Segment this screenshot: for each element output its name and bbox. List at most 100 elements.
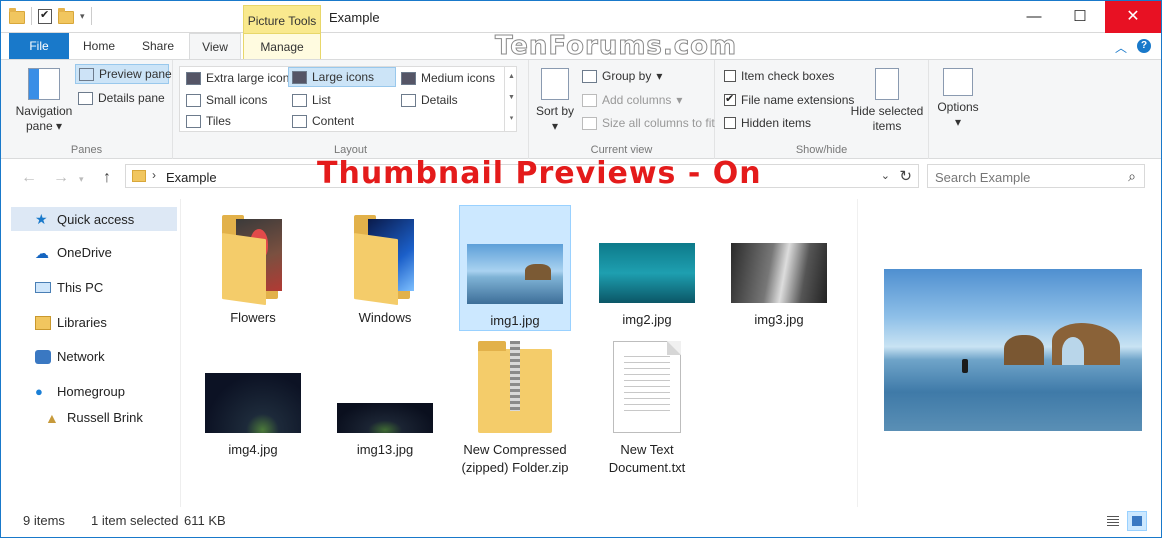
search-input[interactable]: Search Example bbox=[935, 170, 1030, 185]
size-all-columns-button[interactable]: Size all columns to fit bbox=[579, 113, 718, 133]
file-item-img4[interactable]: img4.jpg bbox=[197, 373, 309, 459]
layout-list[interactable]: List bbox=[289, 90, 334, 110]
image-thumbnail bbox=[205, 373, 301, 433]
window-title: Example bbox=[329, 10, 380, 25]
navigation-pane-button[interactable]: Navigation pane ▾ bbox=[11, 68, 77, 134]
new-folder-icon[interactable] bbox=[58, 7, 74, 24]
maximize-button[interactable]: ☐ bbox=[1057, 1, 1103, 33]
file-item-text-document[interactable]: New Text Document.txt bbox=[591, 341, 703, 477]
details-pane-label: Details pane bbox=[98, 91, 165, 105]
layout-large-icons[interactable]: Large icons bbox=[288, 67, 396, 87]
forward-arrow-icon[interactable]: → bbox=[53, 169, 69, 187]
preview-pane-label: Preview pane bbox=[99, 67, 172, 81]
layout-option-label: Tiles bbox=[206, 114, 231, 128]
layout-option-label: Extra large icons bbox=[206, 71, 296, 85]
search-icon[interactable]: ⌕ bbox=[1128, 168, 1136, 185]
hidden-items-toggle[interactable]: Hidden items bbox=[721, 113, 814, 133]
back-arrow-icon[interactable]: ← bbox=[21, 169, 37, 187]
folder-icon bbox=[352, 213, 418, 306]
options-label: Options bbox=[937, 100, 979, 114]
image-thumbnail bbox=[731, 243, 827, 303]
recent-locations-chevron-icon[interactable]: ▾ bbox=[79, 174, 84, 185]
sidebar-item-homegroup[interactable]: ● Homegroup bbox=[35, 384, 125, 399]
file-item-img3[interactable]: img3.jpg bbox=[723, 243, 835, 329]
help-icon[interactable]: ? bbox=[1137, 39, 1151, 53]
address-history-chevron-icon[interactable]: ⌄ bbox=[881, 169, 890, 182]
sidebar-item-russell-brink[interactable]: ▲ Russell Brink bbox=[45, 410, 143, 425]
text-document-icon bbox=[613, 341, 681, 433]
tab-manage[interactable]: Manage bbox=[243, 33, 321, 59]
folder-icon bbox=[9, 7, 25, 24]
add-columns-button[interactable]: Add columns ▾ bbox=[579, 90, 685, 110]
hide-selected-items-button[interactable]: Hide selected items bbox=[849, 68, 925, 134]
current-view-group: Sort by ▾ Group by ▾ Add columns ▾ Size … bbox=[529, 60, 715, 160]
tab-home[interactable]: Home bbox=[71, 33, 127, 59]
up-arrow-icon[interactable]: ↑ bbox=[103, 169, 111, 187]
sidebar-item-libraries[interactable]: Libraries bbox=[35, 315, 107, 330]
tab-file[interactable]: File bbox=[9, 33, 69, 59]
quick-access-toolbar: ▾ bbox=[9, 7, 92, 25]
tab-view[interactable]: View bbox=[189, 33, 241, 60]
star-icon: ★ bbox=[35, 211, 48, 227]
explorer-window: ▾ Picture Tools Example — ☐ ✕ File Home … bbox=[0, 0, 1162, 538]
preview-pane-button[interactable]: Preview pane bbox=[75, 64, 172, 84]
large-icons-view-icon[interactable] bbox=[1127, 511, 1147, 531]
breadcrumb[interactable]: Example bbox=[166, 170, 217, 185]
item-check-boxes-toggle[interactable]: Item check boxes bbox=[721, 66, 837, 86]
image-thumbnail bbox=[467, 244, 563, 304]
add-columns-label: Add columns bbox=[602, 93, 672, 107]
sidebar-item-network[interactable]: Network bbox=[35, 349, 105, 364]
hide-selected-items-label: Hide selected items bbox=[850, 104, 924, 133]
layout-group-label: Layout bbox=[333, 144, 368, 156]
file-list: Flowers Windows img1.jpg img2.jpg img3.j… bbox=[183, 199, 855, 507]
details-view-icon[interactable] bbox=[1103, 511, 1123, 531]
chevron-right-icon[interactable]: › bbox=[152, 168, 156, 182]
minimize-button[interactable]: — bbox=[1011, 1, 1057, 33]
file-item-img2[interactable]: img2.jpg bbox=[591, 243, 703, 329]
layout-gallery-scroll[interactable]: ▲ ▼ ▾ bbox=[504, 66, 518, 132]
tab-share[interactable]: Share bbox=[131, 33, 185, 59]
details-pane-button[interactable]: Details pane bbox=[75, 88, 168, 108]
options-button[interactable]: Options ▾ bbox=[931, 68, 985, 130]
extra-large-icons-icon bbox=[186, 71, 201, 85]
layout-extra-large-icons[interactable]: Extra large icons bbox=[183, 68, 298, 88]
item-check-boxes-checkbox[interactable] bbox=[724, 70, 736, 82]
sidebar-item-quick-access[interactable]: ★ Quick access bbox=[11, 207, 177, 231]
image-thumbnail bbox=[599, 243, 695, 303]
refresh-icon[interactable]: ↻ bbox=[899, 167, 912, 185]
search-box[interactable]: Search Example ⌕ bbox=[927, 164, 1145, 188]
layout-option-label: List bbox=[312, 93, 331, 107]
customize-toolbar-chevron-icon[interactable]: ▾ bbox=[80, 11, 85, 22]
panes-group: Navigation pane ▾ Preview pane Details p… bbox=[1, 60, 173, 160]
layout-details[interactable]: Details bbox=[398, 90, 461, 110]
close-button[interactable]: ✕ bbox=[1105, 1, 1161, 33]
collapse-ribbon-chevron-icon[interactable]: ︿ bbox=[1115, 39, 1127, 56]
layout-content[interactable]: Content bbox=[289, 111, 357, 131]
sidebar-item-label: Quick access bbox=[57, 211, 135, 227]
layout-tiles[interactable]: Tiles bbox=[183, 111, 234, 131]
group-by-label: Group by bbox=[602, 69, 652, 83]
sidebar-item-label: Libraries bbox=[57, 315, 107, 330]
file-item-zip[interactable]: New Compressed (zipped) Folder.zip bbox=[459, 341, 571, 477]
file-item-flowers[interactable]: Flowers bbox=[197, 213, 309, 327]
group-by-button[interactable]: Group by ▾ bbox=[579, 66, 665, 86]
panes-group-label: Panes bbox=[70, 144, 103, 156]
file-item-img1[interactable]: img1.jpg bbox=[459, 205, 571, 331]
properties-icon[interactable] bbox=[38, 8, 52, 24]
file-name-extensions-checkbox[interactable] bbox=[724, 92, 736, 106]
file-name-extensions-toggle[interactable]: File name extensions bbox=[721, 90, 857, 110]
sort-by-label: Sort by bbox=[535, 104, 574, 118]
file-name: New Compressed (zipped) Folder.zip bbox=[461, 442, 569, 475]
sort-by-button[interactable]: Sort by ▾ bbox=[535, 68, 575, 134]
layout-small-icons[interactable]: Small icons bbox=[183, 90, 270, 110]
sidebar-item-onedrive[interactable]: ☁ OneDrive bbox=[35, 245, 112, 260]
file-item-windows[interactable]: Windows bbox=[329, 213, 441, 327]
title-bar: ▾ Picture Tools Example — ☐ ✕ bbox=[1, 1, 1161, 33]
file-item-img13[interactable]: img13.jpg bbox=[329, 403, 441, 459]
toolbar-divider bbox=[90, 7, 92, 25]
hidden-items-checkbox[interactable] bbox=[724, 117, 736, 129]
sidebar-item-this-pc[interactable]: This PC bbox=[35, 280, 103, 295]
layout-medium-icons[interactable]: Medium icons bbox=[398, 68, 498, 88]
details-pane-icon bbox=[78, 91, 93, 105]
file-name: img3.jpg bbox=[754, 312, 804, 327]
